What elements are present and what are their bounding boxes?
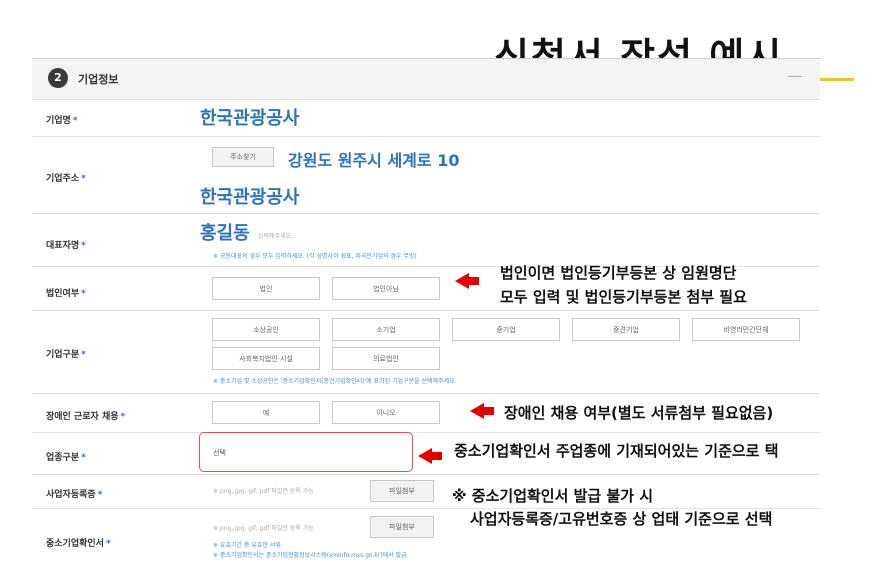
annotation-note-line1: ※ 중소기업확인서 발급 불가 시 [452,487,654,505]
address-search-button[interactable]: 주소찾기 [212,147,274,167]
company-type-hint: ※ 중소기업 및 소상공인은 '중소기업확인서(중견기업확인서)'에 표기된 기… [213,378,457,385]
address-line2-value[interactable]: 한국관광공사 [200,183,299,209]
hire-no-button[interactable]: 아니오 [332,401,440,424]
company-type-nonprofit-button[interactable]: 비영리민간단체 [692,318,800,341]
company-type-small-business-button[interactable]: 소상공인 [212,318,320,341]
annotation-corporation-line1: 법인이면 법인등기부등본 상 임원명단 [500,264,737,282]
label-corporation: 법인여부 * [46,289,86,299]
business-reg-hint: ※ png, jpg, gif, pdf 파일만 등록 가능 [213,488,314,495]
label-sme-certificate: 중소기업확인서 * [46,539,111,549]
sme-cert-attach-button[interactable]: 파일첨부 [370,516,434,538]
label-representative: 대표자명 * [46,241,86,251]
red-left-arrow-icon [418,448,442,464]
representative-value[interactable]: 홍길동 [200,219,250,245]
industry-select-value: 선택 [213,449,226,457]
red-left-arrow-icon [455,273,479,289]
section-header [32,58,820,100]
corporation-no-button[interactable]: 법인아님 [332,277,440,300]
annotation-industry: 중소기업확인서 주업종에 기재되어있는 기준으로 택 [454,442,779,460]
row-divider [32,136,820,137]
sme-cert-hint-issuer: ※ 중소기업확인서는 중소기업현황정보시스템(sminfo.mss.go.kr)… [213,552,407,559]
industry-select[interactable] [199,432,413,472]
step-number-badge: 2 [48,68,68,88]
company-type-midsize-button[interactable]: 중견기업 [572,318,680,341]
corporation-yes-button[interactable]: 법인 [212,277,320,300]
business-reg-attach-button[interactable]: 파일첨부 [370,480,434,502]
representative-hint: ※ 공동대표의 경우 모두 입력하세요. (각 성명사이 쉼표, 외국인기업의 … [213,253,417,260]
address-line1-value[interactable]: 강원도 원주시 세계로 10 [288,147,459,171]
row-divider [32,432,820,433]
label-industry: 업종구분 * [46,453,86,463]
row-divider [32,310,820,311]
label-company-type: 기업구분 * [46,350,86,360]
sme-cert-hint-validity: ※ 유효기간 중 유효한 서류 [213,542,281,549]
section-title: 기업정보 [78,73,119,86]
red-left-arrow-icon [470,403,494,419]
annotation-note-line2: 사업자등록증/고유번호증 상 업태 기준으로 선택 [470,510,773,528]
representative-placeholder: 입력해주세요. [258,233,294,240]
label-company-name: 기업명 * [46,116,78,126]
label-business-registration: 사업자등록증 * [46,490,103,500]
collapse-icon[interactable] [788,76,802,77]
company-name-value[interactable]: 한국관광공사 [200,104,299,130]
row-divider [32,393,820,394]
company-type-welfare-button[interactable]: 사회복지법인·시설 [212,347,320,370]
company-type-medical-button[interactable]: 의료법인 [332,347,440,370]
row-divider [32,474,820,475]
label-disabled-hire: 장애인 근로자 채용 * [46,412,126,422]
company-type-medium-button[interactable]: 중기업 [452,318,560,341]
annotation-corporation-line2: 모두 입력 및 법인등기부등본 첨부 필요 [500,288,747,306]
label-company-address: 기업주소 * [46,174,86,184]
row-divider [32,213,820,214]
company-type-small-enterprise-button[interactable]: 소기업 [332,318,440,341]
sme-cert-hint: ※ png, jpg, gif, pdf 파일만 등록 가능 [213,525,314,532]
annotation-hire: 장애인 채용 여부(별도 서류첨부 필요없음) [504,404,774,422]
hire-yes-button[interactable]: 예 [212,401,320,424]
